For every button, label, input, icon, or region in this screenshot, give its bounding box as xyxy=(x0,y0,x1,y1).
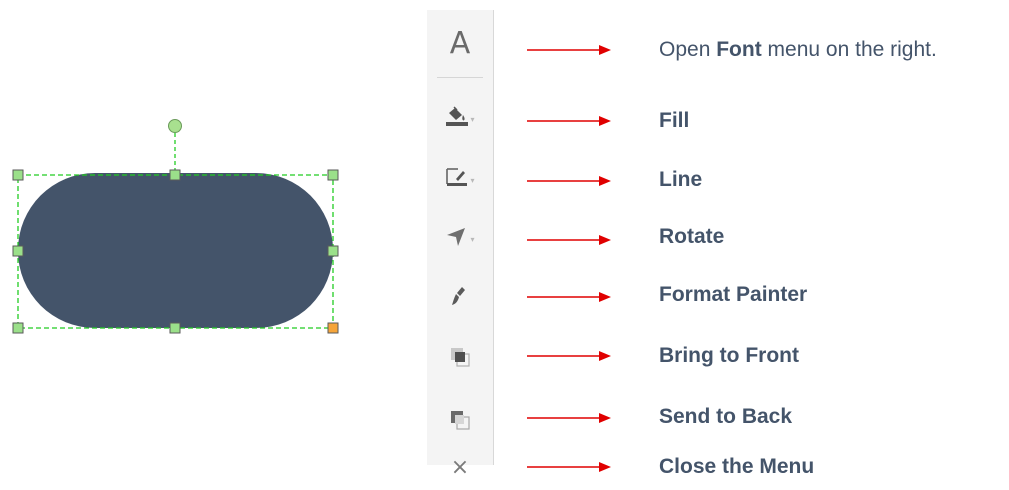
line-pen-icon xyxy=(446,168,468,186)
bring-to-front-button[interactable] xyxy=(427,335,493,379)
close-menu-button[interactable]: × xyxy=(427,446,493,490)
font-button[interactable]: A xyxy=(427,22,493,66)
annotation-arrow xyxy=(527,462,611,472)
rotate-handle[interactable] xyxy=(168,119,182,133)
annotation-arrow xyxy=(527,45,611,55)
annotation-arrow xyxy=(527,116,611,126)
annotation-arrow xyxy=(527,292,611,302)
resize-handle-bottom-left[interactable] xyxy=(12,322,24,334)
annotation-arrow xyxy=(527,413,611,423)
dropdown-caret: ▾ xyxy=(470,175,475,185)
font-annotation-suffix: menu on the right. xyxy=(767,38,937,61)
line-annotation: Line xyxy=(659,168,703,191)
annotation-arrow xyxy=(527,351,611,361)
resize-handle-right[interactable] xyxy=(327,245,339,257)
fill-button[interactable]: ▾ xyxy=(427,94,493,138)
floating-shape-toolbar: A ▾ ▾ ▾ × xyxy=(427,10,494,479)
line-button[interactable]: ▾ xyxy=(427,155,493,199)
fill-annotation: Fill xyxy=(659,109,690,132)
format-painter-annotation: Format Painter xyxy=(659,283,808,306)
annotation-arrow xyxy=(527,235,611,245)
rotate-button[interactable]: ▾ xyxy=(427,214,493,258)
resize-handle-top-right[interactable] xyxy=(327,169,339,181)
resize-handle-top[interactable] xyxy=(169,169,181,181)
shape-layer xyxy=(12,119,339,334)
drawing-canvas xyxy=(0,0,420,490)
bring-to-front-icon xyxy=(451,348,470,367)
font-annotation-bold: Font xyxy=(716,38,762,61)
font-annotation-prefix: Open xyxy=(659,38,711,61)
format-painter-button[interactable] xyxy=(427,274,493,318)
font-annotation: Open Font menu on the right. xyxy=(659,35,937,65)
resize-handle-top-left[interactable] xyxy=(12,169,24,181)
annotation-arrow xyxy=(527,176,611,186)
rounded-rectangle-shape[interactable] xyxy=(18,173,333,328)
fill-bucket-icon xyxy=(446,106,469,126)
send-to-back-annotation: Send to Back xyxy=(659,405,793,428)
toolbar-separator xyxy=(437,77,483,78)
font-icon: A xyxy=(449,26,471,61)
format-painter-brush-icon xyxy=(452,287,465,305)
close-icon: × xyxy=(450,455,470,480)
bring-to-front-annotation: Bring to Front xyxy=(659,344,799,367)
dropdown-caret: ▾ xyxy=(470,234,475,244)
dropdown-caret: ▾ xyxy=(470,114,475,124)
resize-handle-left[interactable] xyxy=(12,245,24,257)
rotate-annotation: Rotate xyxy=(659,225,725,248)
close-menu-annotation: Close the Menu xyxy=(659,455,815,478)
send-to-back-button[interactable] xyxy=(427,398,493,442)
rotate-arrow-icon xyxy=(447,228,466,246)
send-to-back-icon xyxy=(451,411,470,430)
resize-handle-bottom-right[interactable] xyxy=(327,322,339,334)
resize-handle-bottom[interactable] xyxy=(169,322,181,334)
